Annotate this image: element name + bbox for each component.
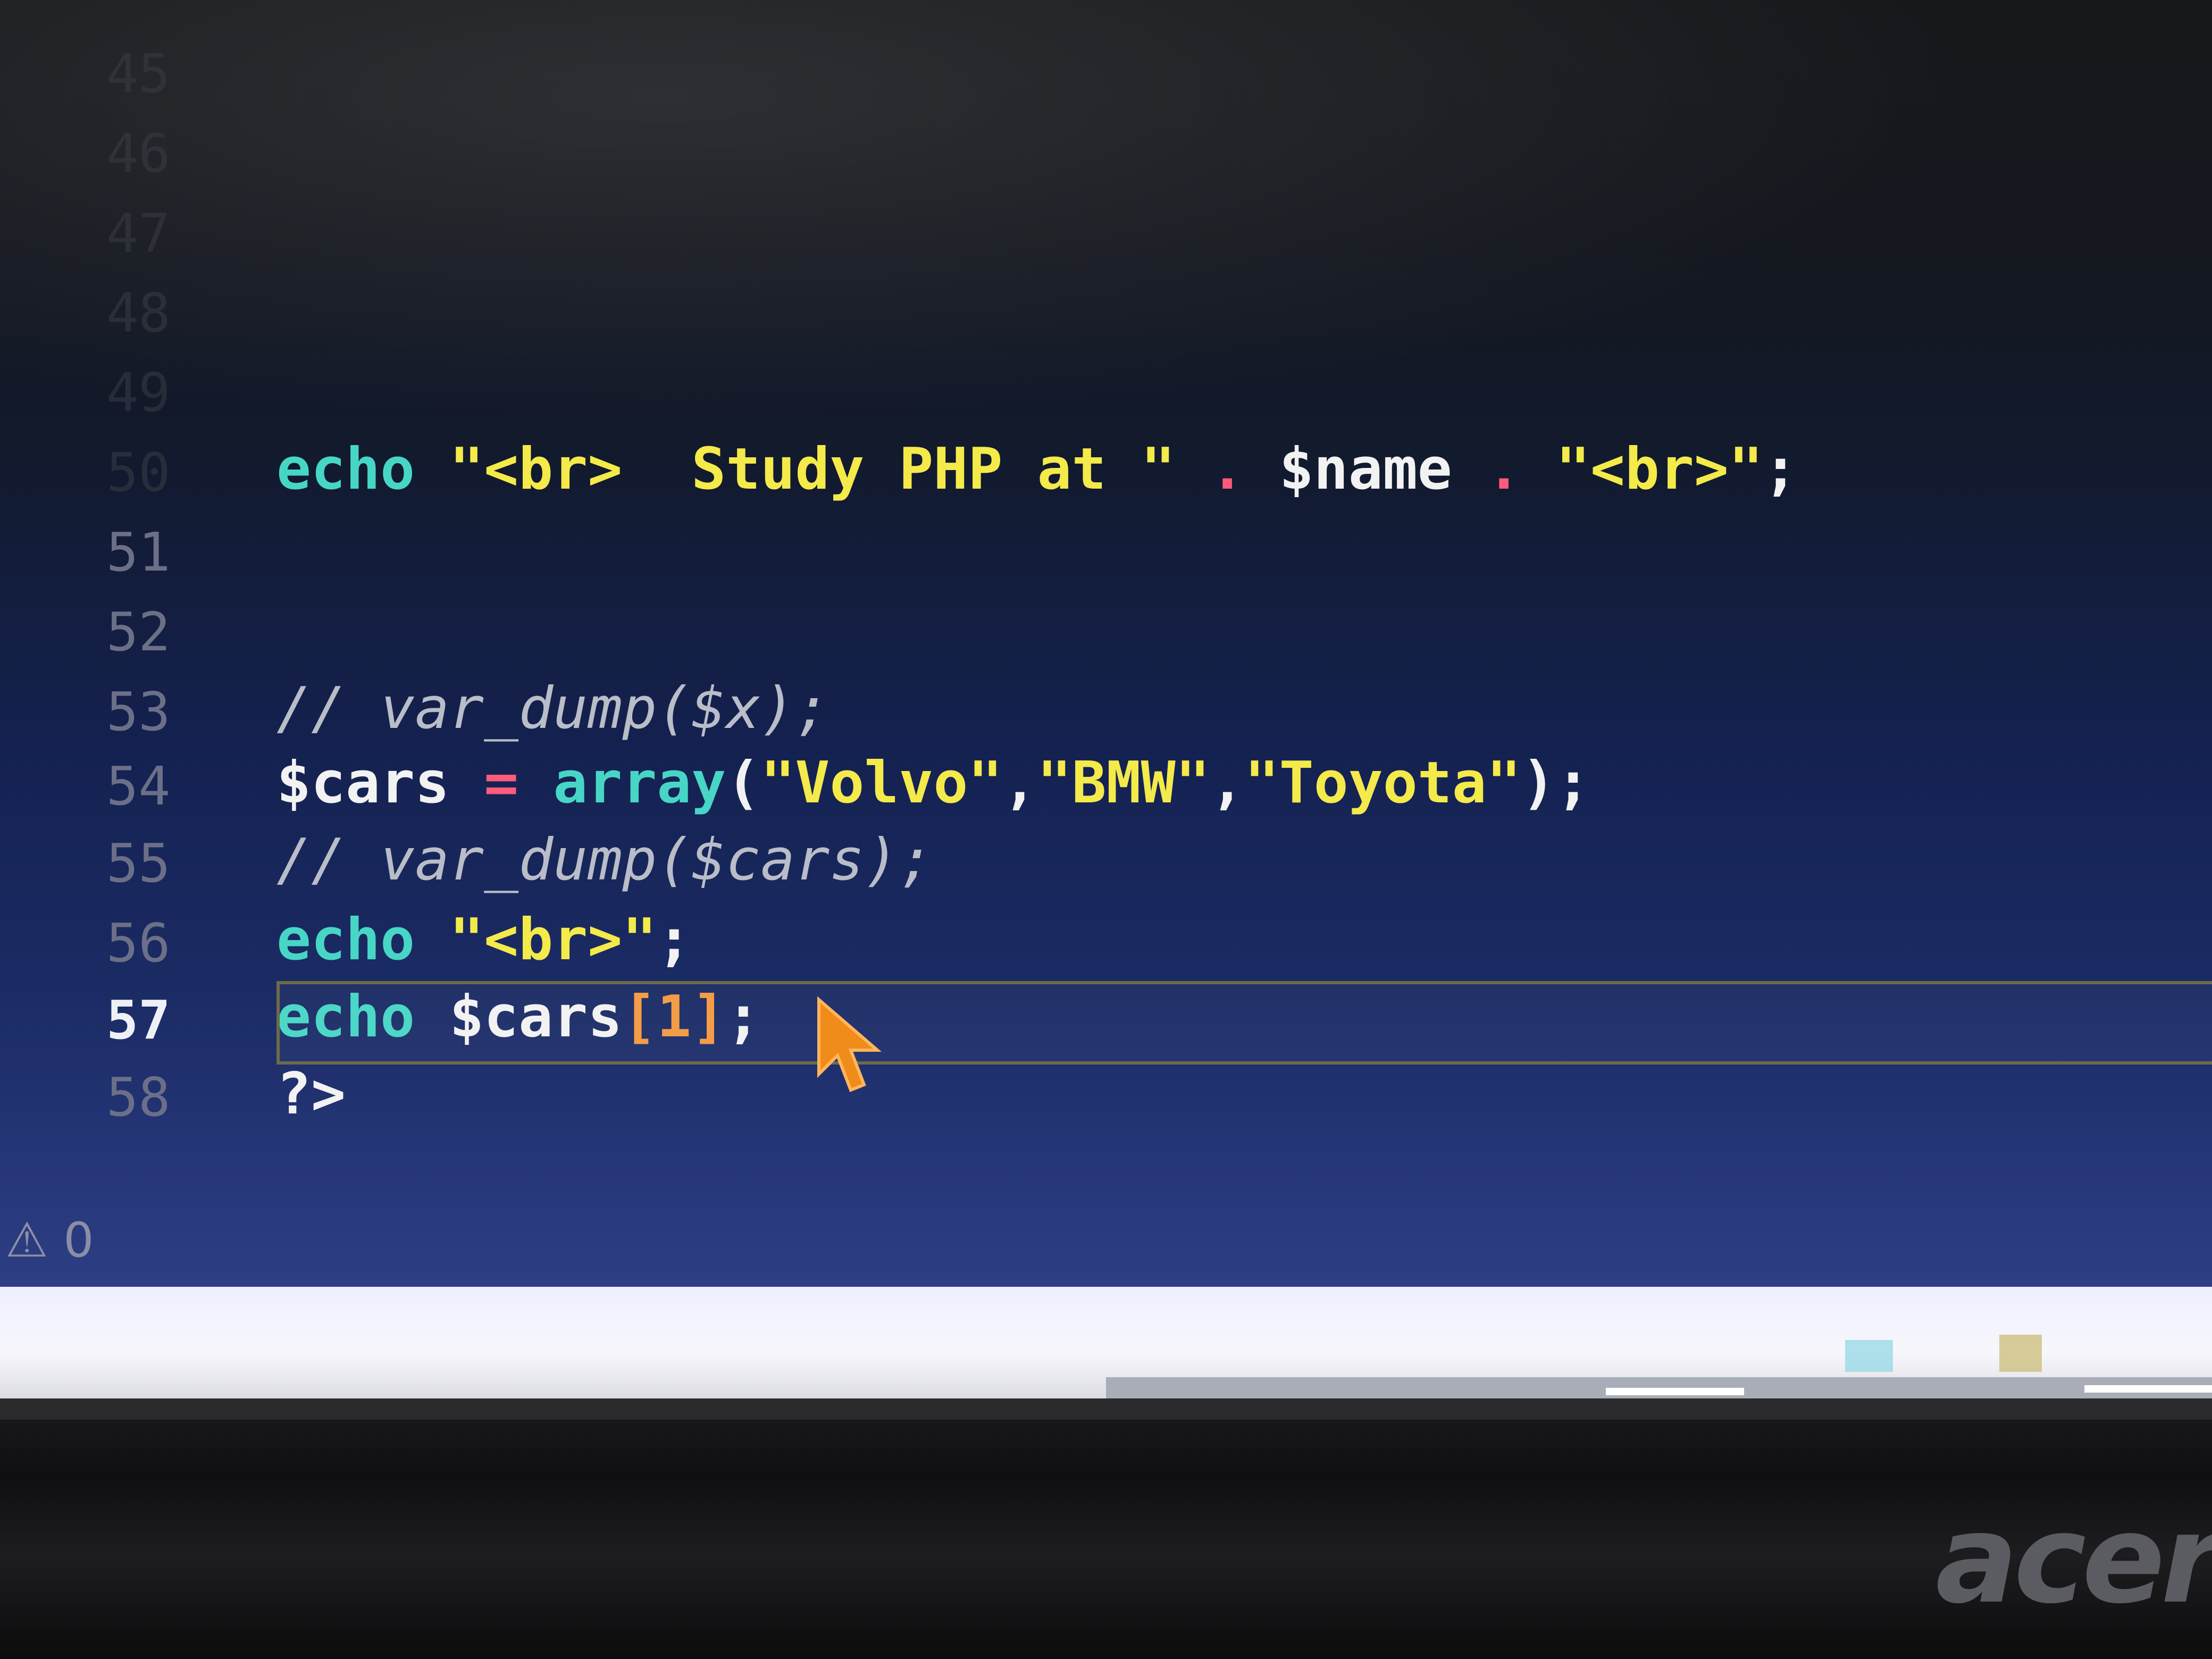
ghost-line-number: 49	[106, 362, 171, 424]
line-number: 56	[106, 912, 171, 974]
code-token: );	[1521, 750, 1590, 816]
code-token: echo	[276, 436, 415, 502]
ghost-line-number: 47	[106, 202, 171, 264]
code-token: "BMW"	[1037, 750, 1210, 816]
code-token: $cars	[276, 750, 450, 816]
screen-glare	[0, 0, 2212, 479]
taskbar-app-icon[interactable]	[1999, 1335, 2042, 1372]
code-token: .	[1452, 436, 1556, 502]
code-token: (	[726, 750, 761, 816]
taskbar-indicator	[2084, 1385, 2212, 1393]
taskbar-indicator	[1606, 1388, 1744, 1395]
ghost-line-number: 48	[106, 282, 171, 344]
monitor-brand-logo: acer	[1936, 1489, 2212, 1631]
code-token: ;	[657, 907, 692, 973]
code-token: // var_dump($cars);	[276, 827, 934, 893]
line-number: 53	[106, 681, 171, 743]
monitor-bezel	[0, 1398, 2212, 1659]
code-token: echo	[276, 907, 415, 973]
ghost-line-number: 46	[106, 122, 171, 185]
warning-triangle-icon: ⚠	[5, 1212, 48, 1268]
code-token: .	[1175, 436, 1279, 502]
line-number: 57	[106, 989, 171, 1051]
code-token: // var_dump($x);	[276, 675, 830, 742]
code-line[interactable]: 51	[0, 510, 2212, 590]
ghost-line-number: 45	[106, 43, 171, 105]
line-number: 54	[106, 755, 171, 817]
line-number: 58	[106, 1066, 171, 1128]
code-token: ,	[1002, 750, 1037, 816]
code-token: "Volvo"	[760, 750, 1003, 816]
code-text: ?>	[276, 1061, 346, 1127]
code-token: "<br>"	[1555, 436, 1763, 502]
warning-count: 0	[63, 1212, 94, 1268]
code-text: echo "<br> Study PHP at " . $name . "<br…	[276, 436, 1798, 502]
code-text: // var_dump($cars);	[276, 827, 933, 893]
code-token: $name	[1279, 436, 1452, 502]
code-line[interactable]: 52	[0, 590, 2212, 670]
code-token: "Toyota"	[1244, 750, 1521, 816]
taskbar-app-icon[interactable]	[1845, 1340, 1893, 1372]
mouse-pointer-icon	[817, 996, 882, 1092]
code-text: echo "<br>";	[276, 907, 691, 973]
editor-screen: 45 46 47 48 49 50 echo "<br> Study PHP at " .…	[0, 0, 2212, 1287]
code-token: =	[449, 750, 554, 816]
code-token: "<br>"	[449, 907, 657, 973]
code-line[interactable]: 58 ?>	[0, 1055, 2212, 1135]
code-line[interactable]: 53 // var_dump($x);	[0, 670, 2212, 750]
code-line[interactable]: echo "<br> Study PHP at " . $name . "<br…	[0, 431, 2212, 510]
code-token: ,	[1210, 750, 1245, 816]
code-line[interactable]: 55 // var_dump($cars);	[0, 822, 2212, 901]
code-line[interactable]: 56 echo "<br>";	[0, 901, 2212, 981]
code-text: // var_dump($x);	[276, 675, 830, 742]
code-token: ?>	[276, 1061, 346, 1127]
code-token: ;	[1763, 436, 1798, 502]
line-number: 51	[106, 521, 171, 583]
warning-status[interactable]: ⚠ 0	[5, 1212, 94, 1268]
monitor-bezel-edge	[0, 1398, 2212, 1420]
code-token: array	[553, 750, 726, 816]
current-line-highlight	[276, 981, 2212, 1065]
code-token: "<br> Study PHP at "	[449, 436, 1176, 502]
code-text: $cars = array("Volvo","BMW","Toyota");	[276, 750, 1590, 816]
code-line[interactable]: 54 $cars = array("Volvo","BMW","Toyota");	[0, 744, 2212, 824]
line-number: 52	[106, 601, 171, 663]
line-number: 55	[106, 832, 171, 894]
